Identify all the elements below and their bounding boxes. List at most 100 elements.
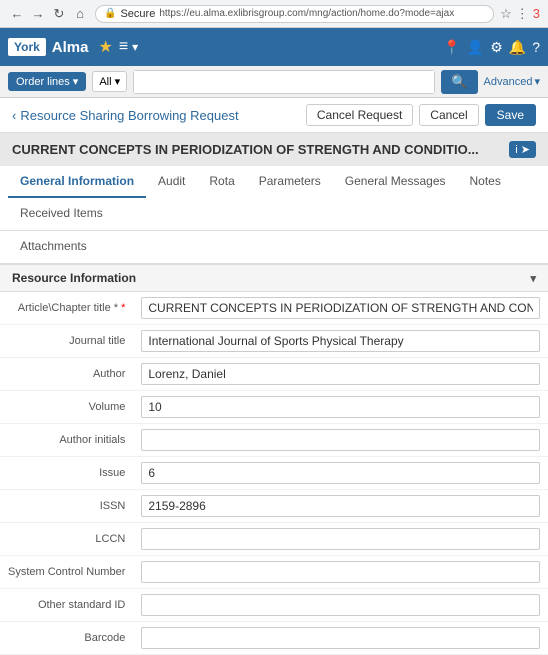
field-label: Barcode xyxy=(0,622,133,655)
menu-browser-icon[interactable]: ⋮ xyxy=(516,6,529,22)
forward-button[interactable]: → xyxy=(29,5,47,23)
bell-icon[interactable]: 🔔 xyxy=(509,39,526,56)
tab-notes[interactable]: Notes xyxy=(458,166,513,198)
field-label: Author initials xyxy=(0,424,133,457)
field-input[interactable] xyxy=(141,561,540,583)
field-label: System Control Number xyxy=(0,556,133,589)
page-header: ‹ Resource Sharing Borrowing Request Can… xyxy=(0,98,548,133)
dropdown-arrow-icon[interactable]: ▾ xyxy=(132,40,138,54)
tabs-row2: Attachments xyxy=(0,231,548,264)
field-label: Issue xyxy=(0,457,133,490)
table-row: Barcode xyxy=(0,622,548,655)
table-row: Author xyxy=(0,358,548,391)
cancel-button[interactable]: Cancel xyxy=(419,104,478,126)
field-input[interactable] xyxy=(141,330,540,352)
field-value-cell xyxy=(133,292,548,325)
advanced-arrow-icon: ▾ xyxy=(534,75,540,88)
field-value-cell xyxy=(133,424,548,457)
table-row: Journal title xyxy=(0,325,548,358)
dropdown-caret-icon: ▾ xyxy=(73,75,79,88)
page-actions: Cancel Request Cancel Save xyxy=(306,104,536,126)
content-area: Article\Chapter title *Journal titleAuth… xyxy=(0,292,548,655)
field-input[interactable] xyxy=(141,429,540,451)
person-icon[interactable]: 👤 xyxy=(467,39,484,56)
back-link[interactable]: ‹ Resource Sharing Borrowing Request xyxy=(12,108,239,123)
field-input[interactable] xyxy=(141,495,540,517)
tab-general-messages[interactable]: General Messages xyxy=(333,166,458,198)
settings-icon[interactable]: ⚙ xyxy=(490,39,503,56)
field-input[interactable] xyxy=(141,627,540,649)
field-value-cell xyxy=(133,358,548,391)
field-value-cell xyxy=(133,523,548,556)
search-button[interactable]: 🔍 xyxy=(441,70,477,94)
page-title: Resource Sharing Borrowing Request xyxy=(20,108,238,123)
save-button[interactable]: Save xyxy=(485,104,536,126)
field-value-cell xyxy=(133,391,548,424)
location-icon[interactable]: 📍 xyxy=(443,39,460,56)
alma-nav-icons: 📍 👤 ⚙ 🔔 ? xyxy=(443,39,540,56)
tab-general-information[interactable]: General Information xyxy=(8,166,146,198)
browser-nav-buttons: ← → ↻ ⌂ xyxy=(8,5,89,23)
alma-nav-bar: York Alma ★ ≡ ▾ 📍 👤 ⚙ 🔔 ? xyxy=(0,28,548,66)
table-row: Article\Chapter title * xyxy=(0,292,548,325)
field-value-cell xyxy=(133,325,548,358)
section-label: Resource Information xyxy=(12,271,136,285)
tab-parameters[interactable]: Parameters xyxy=(247,166,333,198)
star-browser-icon[interactable]: ☆ xyxy=(500,6,512,22)
record-title: CURRENT CONCEPTS IN PERIODIZATION OF STR… xyxy=(12,142,479,157)
field-input[interactable] xyxy=(141,594,540,616)
search-input[interactable] xyxy=(134,71,434,93)
tab-received-items[interactable]: Received Items xyxy=(8,198,115,230)
address-bar[interactable]: 🔒 Secure https://eu.alma.exlibrisgroup.c… xyxy=(95,5,494,23)
york-logo: York xyxy=(8,38,46,56)
all-dropdown-icon: ▾ xyxy=(115,75,121,88)
order-lines-button[interactable]: Order lines ▾ xyxy=(8,72,86,91)
table-row: Volume xyxy=(0,391,548,424)
reload-button[interactable]: ↻ xyxy=(50,5,68,23)
favorites-icon[interactable]: ★ xyxy=(98,37,112,57)
hamburger-icon[interactable]: ≡ xyxy=(119,38,128,56)
field-label: ISSN xyxy=(0,490,133,523)
all-dropdown[interactable]: All ▾ xyxy=(92,71,127,92)
field-label: Author xyxy=(0,358,133,391)
field-value-cell xyxy=(133,589,548,622)
table-row: LCCN xyxy=(0,523,548,556)
cancel-request-button[interactable]: Cancel Request xyxy=(306,104,413,126)
back-button[interactable]: ← xyxy=(8,5,26,23)
info-icon[interactable]: i ➤ xyxy=(509,141,536,158)
tab-rota[interactable]: Rota xyxy=(197,166,246,198)
table-row: Author initials xyxy=(0,424,548,457)
field-input[interactable] xyxy=(141,297,540,319)
field-label: Other standard ID xyxy=(0,589,133,622)
notification-icon: 3 xyxy=(533,6,540,21)
field-value-cell xyxy=(133,457,548,490)
field-input[interactable] xyxy=(141,396,540,418)
section-chevron-icon: ▾ xyxy=(530,272,536,285)
tabs-row1: General InformationAuditRotaParametersGe… xyxy=(0,166,548,231)
table-row: ISSN xyxy=(0,490,548,523)
field-label: Article\Chapter title * xyxy=(0,292,133,325)
lock-icon: 🔒 xyxy=(104,8,116,19)
table-row: Other standard ID xyxy=(0,589,548,622)
secure-label: Secure xyxy=(120,8,155,20)
alma-title: Alma xyxy=(52,39,89,56)
table-row: System Control Number xyxy=(0,556,548,589)
help-icon[interactable]: ? xyxy=(532,39,540,55)
field-value-cell xyxy=(133,490,548,523)
search-input-area[interactable] xyxy=(133,70,435,94)
back-chevron-icon: ‹ xyxy=(12,108,16,123)
title-bar: CURRENT CONCEPTS IN PERIODIZATION OF STR… xyxy=(0,133,548,166)
tab-attachments[interactable]: Attachments xyxy=(8,231,99,263)
field-input[interactable] xyxy=(141,363,540,385)
home-button[interactable]: ⌂ xyxy=(71,5,89,23)
field-input[interactable] xyxy=(141,462,540,484)
section-header[interactable]: Resource Information ▾ xyxy=(0,264,548,292)
tab-audit[interactable]: Audit xyxy=(146,166,197,198)
field-input[interactable] xyxy=(141,528,540,550)
field-label: Journal title xyxy=(0,325,133,358)
table-row: Issue xyxy=(0,457,548,490)
field-value-cell xyxy=(133,556,548,589)
field-value-cell xyxy=(133,622,548,655)
advanced-link[interactable]: Advanced ▾ xyxy=(484,75,540,88)
field-label: Volume xyxy=(0,391,133,424)
